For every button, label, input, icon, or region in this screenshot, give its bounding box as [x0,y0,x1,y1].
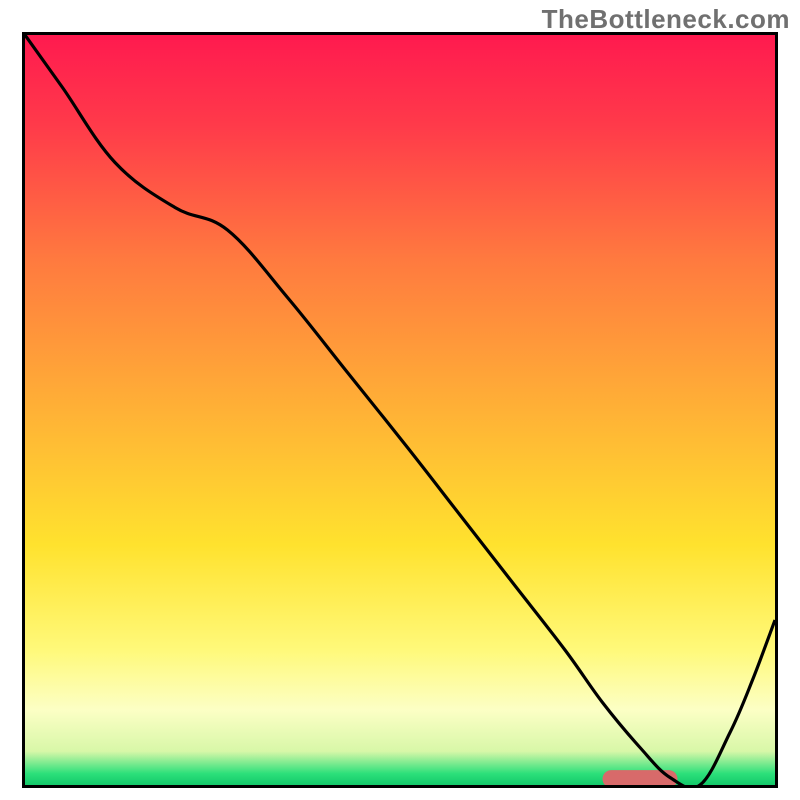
plot-area [22,32,778,788]
optimal-marker [603,770,678,785]
chart-svg [25,35,775,785]
gradient-background [25,35,775,785]
watermark-text: TheBottleneck.com [542,4,790,35]
chart-frame: TheBottleneck.com [0,0,800,800]
